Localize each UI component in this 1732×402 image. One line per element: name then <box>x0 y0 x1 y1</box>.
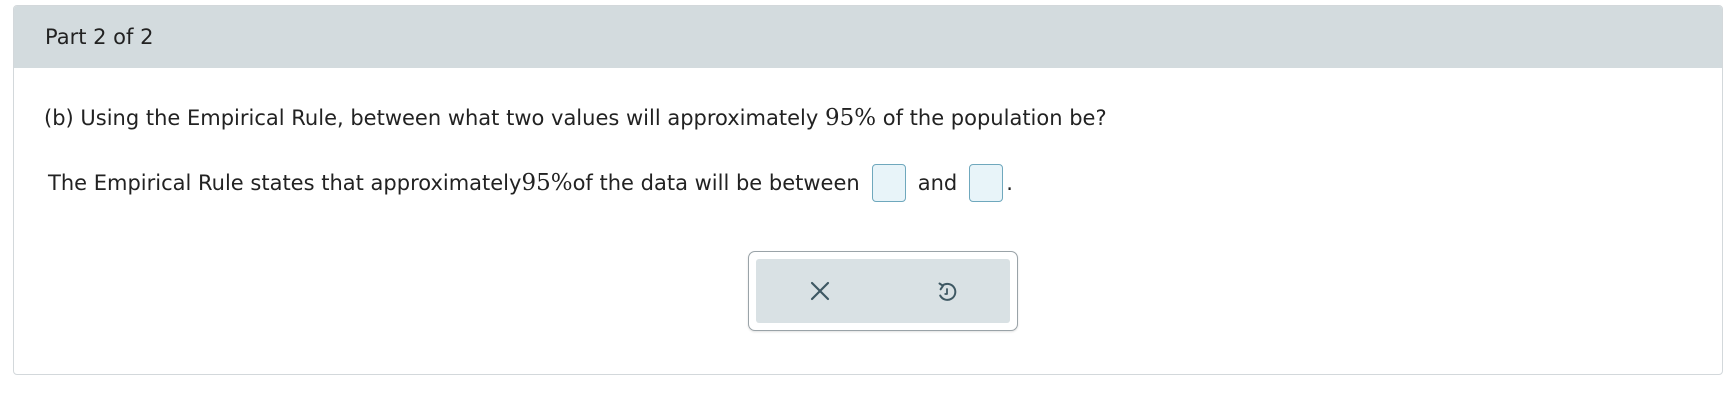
sentence-period: . <box>1006 171 1013 195</box>
close-icon <box>810 281 829 301</box>
toolbar-inner <box>756 259 1010 323</box>
and-connector: and <box>917 171 958 195</box>
answer-percent: 95% <box>521 170 573 196</box>
answer-sentence: The Empirical Rule states that approxima… <box>48 164 1013 202</box>
question-text: (b) Using the Empirical Rule, between wh… <box>44 105 1107 131</box>
undo-button[interactable] <box>917 266 977 316</box>
answer-toolbar <box>748 251 1018 331</box>
part-title: Part 2 of 2 <box>45 25 154 49</box>
question-prefix: (b) Using the Empirical Rule, between wh… <box>44 106 825 130</box>
question-suffix: of the population be? <box>876 106 1107 130</box>
clear-button[interactable] <box>790 266 850 316</box>
answer-prefix: The Empirical Rule states that approxima… <box>48 171 522 195</box>
part-header: Part 2 of 2 <box>14 6 1722 68</box>
upper-bound-input[interactable] <box>969 164 1004 202</box>
lower-bound-input[interactable] <box>871 164 906 202</box>
question-percent: 95% <box>824 105 877 131</box>
undo-icon <box>938 282 956 301</box>
answer-middle: of the data will be between <box>572 171 860 195</box>
